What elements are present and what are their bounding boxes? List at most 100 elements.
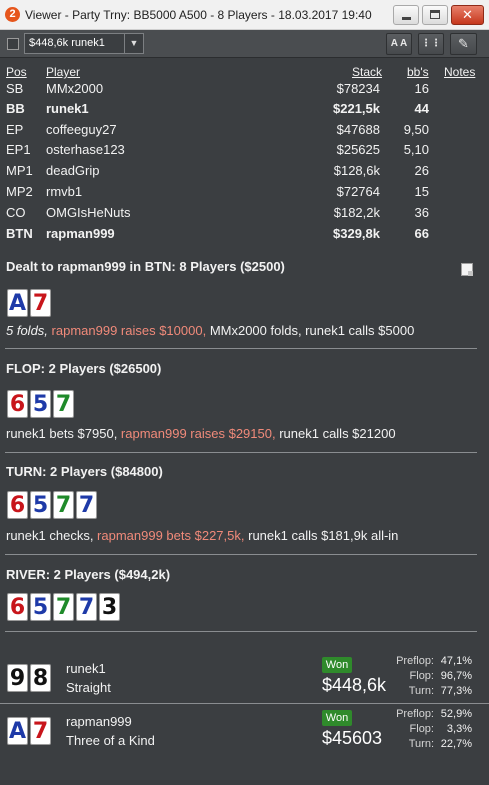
chevron-down-icon[interactable]: ▼ (124, 34, 143, 53)
cell-bbs: 15 (414, 184, 429, 199)
result-row-rapman999: A7 rapman999 Three of a Kind Won $45603 … (0, 708, 489, 756)
select-checkbox[interactable] (7, 38, 19, 50)
playing-card: 6 (7, 491, 28, 519)
cell-bbs: 26 (414, 163, 429, 178)
cell-stack: $78234 (336, 81, 380, 96)
font-size-button[interactable]: A A (386, 33, 412, 55)
playing-card: 7 (53, 491, 74, 519)
table-row[interactable]: MP2 rmvb1 $72764 15 (0, 184, 489, 204)
playing-card: 7 (76, 593, 97, 621)
flop-pre-action: runek1 bets $7950, (6, 426, 121, 441)
maximize-icon (430, 10, 440, 19)
divider (5, 554, 477, 555)
turn-hero-action: rapman999 bets $227,5k, (97, 528, 249, 543)
maximize-button[interactable] (422, 5, 448, 25)
equity-turn: Turn: 22,7% (388, 738, 472, 750)
header-stack[interactable]: Stack (352, 65, 382, 79)
cell-bbs: 16 (414, 81, 429, 96)
cell-stack: $221,5k (333, 101, 380, 116)
app-logo-icon: 2 (5, 7, 20, 22)
cell-stack: $182,2k (333, 205, 380, 220)
equity-label: Turn: (408, 738, 434, 750)
equity-value: 47,1% (440, 655, 472, 667)
divider (5, 452, 477, 453)
cell-player: rapman999 (46, 226, 115, 241)
table-row[interactable]: BTN rapman999 $329,8k 66 (0, 226, 489, 246)
playing-card: A (7, 717, 28, 745)
equity-flop: Flop: 96,7% (388, 670, 472, 682)
turn-title: TURN: 2 Players ($84800) (6, 464, 163, 479)
equity-flop: Flop: 3,3% (388, 723, 472, 735)
note-icon[interactable] (461, 263, 473, 276)
edit-pencil-icon[interactable]: ✎ (450, 33, 477, 55)
header-bbs[interactable]: bb's (407, 65, 429, 79)
header-notes[interactable]: Notes (444, 65, 475, 79)
equity-preflop: Preflop: 52,9% (388, 708, 472, 720)
cell-bbs: 5,10 (403, 142, 429, 157)
playing-card: 8 (30, 664, 51, 692)
header-pos[interactable]: Pos (6, 65, 27, 79)
window-title: Viewer - Party Trny: BB5000 A500 - 8 Pla… (25, 8, 372, 22)
equity-value: 3,3% (446, 723, 472, 735)
toolbar: $448,6k runek1 ▼ A A ⋮⋮ ✎ (0, 30, 489, 58)
table-row[interactable]: CO OMGIsHeNuts $182,2k 36 (0, 205, 489, 225)
cell-player: osterhase123 (46, 142, 125, 157)
table-row[interactable]: MP1 deadGrip $128,6k 26 (0, 163, 489, 183)
close-icon: ✕ (462, 7, 473, 22)
result-hand: Straight (66, 680, 111, 695)
cell-pos: BTN (6, 226, 33, 241)
equity-value: 52,9% (440, 708, 472, 720)
cell-bbs: 66 (414, 226, 429, 241)
header-player[interactable]: Player (46, 65, 80, 79)
cell-player: deadGrip (46, 163, 100, 178)
cell-stack: $329,8k (333, 226, 380, 241)
divider (5, 348, 477, 349)
equity-preflop: Preflop: 47,1% (388, 655, 472, 667)
playing-card: 5 (30, 390, 51, 418)
cell-stack: $72764 (336, 184, 380, 199)
divider (0, 703, 489, 704)
table-row[interactable]: EP coffeeguy27 $47688 9,50 (0, 122, 489, 142)
playing-card: 5 (30, 491, 51, 519)
divider (5, 631, 477, 632)
cell-pos: EP (6, 122, 24, 137)
equity-label: Preflop: (396, 708, 434, 720)
playing-card: 7 (53, 390, 74, 418)
cell-bbs: 9,50 (403, 122, 429, 137)
preflop-hero-action: rapman999 raises $10000, (51, 323, 210, 338)
cell-pos: BB (6, 101, 25, 116)
cell-pos: MP1 (6, 163, 33, 178)
playing-card: 5 (30, 593, 51, 621)
table-row[interactable]: EP1 osterhase123 $25625 5,10 (0, 142, 489, 162)
grid-icon[interactable]: ⋮⋮ (418, 33, 444, 55)
cell-player: runek1 (46, 101, 89, 116)
cell-pos: CO (6, 205, 26, 220)
equity-label: Flop: (409, 670, 434, 682)
equity-value: 77,3% (440, 685, 472, 697)
won-amount: $45603 (322, 728, 383, 748)
playing-card: 6 (7, 390, 28, 418)
minimize-button[interactable] (393, 5, 419, 25)
table-row[interactable]: BB runek1 $221,5k 44 (0, 101, 489, 121)
cell-stack: $128,6k (333, 163, 380, 178)
minimize-icon (402, 17, 411, 20)
table-row[interactable]: SB MMx2000 $78234 16 (0, 81, 489, 101)
river-title: RIVER: 2 Players ($494,2k) (6, 567, 171, 582)
close-button[interactable]: ✕ (451, 5, 484, 25)
result-hand: Three of a Kind (66, 733, 155, 748)
flop-action: runek1 bets $7950, rapman999 raises $291… (6, 426, 396, 441)
flop-hero-action: rapman999 raises $29150, (120, 426, 280, 441)
cell-pos: SB (6, 81, 24, 96)
playing-card: 6 (7, 593, 28, 621)
result-player: rapman999 (66, 714, 132, 729)
playing-card: 7 (76, 491, 97, 519)
cell-stack: $47688 (336, 122, 380, 137)
player-select-value: $448,6k runek1 (29, 37, 105, 49)
player-select[interactable]: $448,6k runek1 ▼ (24, 33, 144, 54)
cell-player: MMx2000 (46, 81, 104, 96)
cell-player: OMGIsHeNuts (46, 205, 131, 220)
equity-value: 96,7% (440, 670, 472, 682)
won-badge: Won (322, 710, 352, 726)
flop-title: FLOP: 2 Players ($26500) (6, 361, 162, 376)
equity-label: Flop: (409, 723, 434, 735)
